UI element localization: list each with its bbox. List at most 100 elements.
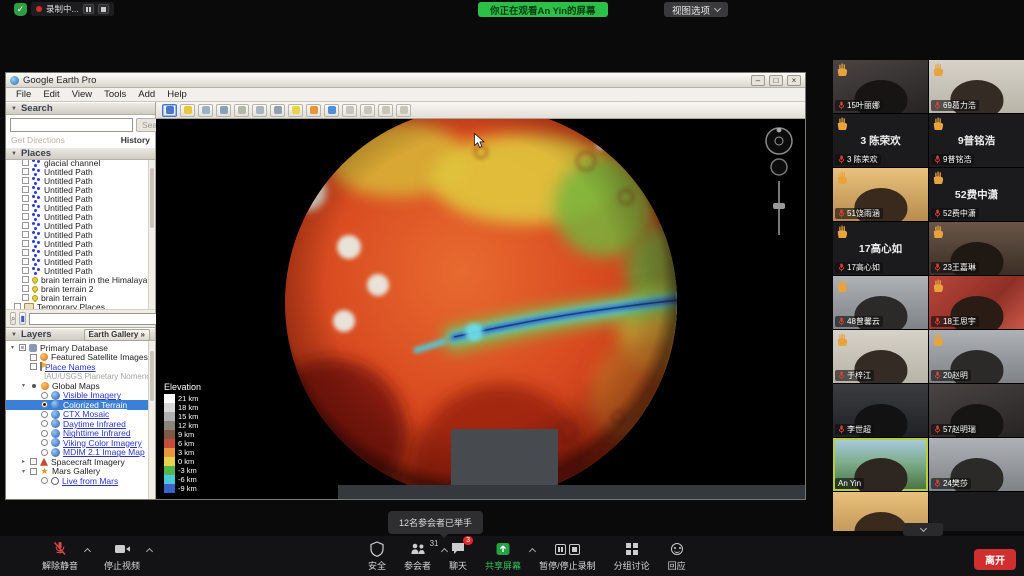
search-places-icon[interactable]: ⌕ bbox=[10, 312, 16, 325]
overview-icon[interactable]: ▮ bbox=[19, 312, 25, 325]
window-titlebar[interactable]: Google Earth Pro – □ × bbox=[6, 73, 805, 88]
stop-video-button[interactable]: 停止视频 bbox=[104, 541, 140, 572]
participant-tile[interactable]: 51饶雨涵 bbox=[833, 168, 928, 221]
layers-tree-item[interactable]: Place Names bbox=[6, 362, 155, 372]
item-control[interactable] bbox=[30, 458, 37, 465]
item-checkbox[interactable] bbox=[22, 177, 29, 184]
item-control[interactable] bbox=[41, 420, 48, 427]
breakout-rooms-button[interactable]: 分组讨论 bbox=[614, 541, 650, 572]
item-checkbox[interactable] bbox=[22, 249, 29, 256]
add-polygon-icon[interactable] bbox=[198, 104, 213, 117]
add-image-overlay-icon[interactable] bbox=[234, 104, 249, 117]
menu-file[interactable]: File bbox=[10, 89, 37, 100]
layers-tree-item[interactable]: Nighttime Infrared bbox=[6, 429, 155, 439]
meeting-secure-shield-icon[interactable]: ✓ bbox=[14, 3, 27, 16]
toggle-sidebar-icon[interactable] bbox=[162, 104, 177, 117]
participant-tile[interactable]: 15叶丽娜 bbox=[833, 60, 928, 113]
participant-tile[interactable]: 20赵明 bbox=[929, 330, 1024, 383]
add-placemark-icon[interactable] bbox=[180, 104, 195, 117]
layers-tree-item[interactable]: IAU/USGS Planetary Nomenclature bbox=[6, 372, 155, 382]
unmute-button[interactable]: 解除静音 bbox=[42, 541, 78, 572]
item-control[interactable] bbox=[41, 449, 48, 456]
menu-edit[interactable]: Edit bbox=[37, 89, 65, 100]
share-screen-button[interactable]: 共享屏幕 bbox=[485, 541, 521, 572]
item-checkbox[interactable] bbox=[22, 168, 29, 175]
participants-button[interactable]: 31 参会者 bbox=[404, 541, 431, 572]
history-link[interactable]: History bbox=[121, 135, 150, 145]
item-control[interactable] bbox=[41, 401, 48, 408]
participant-tile[interactable]: 于梓江 bbox=[833, 330, 928, 383]
layers-tree-item[interactable]: ▸ Spacecraft Imagery bbox=[6, 457, 155, 467]
layers-scrollbar[interactable] bbox=[148, 341, 155, 499]
pause-recording-button[interactable] bbox=[83, 4, 94, 14]
expander-icon[interactable]: ▾ bbox=[9, 344, 16, 351]
save-image-icon[interactable] bbox=[378, 104, 393, 117]
participant-tile[interactable]: 52费中潇 52费中潇 bbox=[929, 168, 1024, 221]
participant-tile[interactable]: An Yin bbox=[833, 438, 928, 491]
item-checkbox[interactable] bbox=[22, 240, 29, 247]
item-checkbox[interactable] bbox=[22, 276, 29, 283]
layers-tree-item[interactable]: ▾ Primary Database bbox=[6, 343, 155, 353]
item-control[interactable] bbox=[30, 468, 37, 475]
layers-tree-item[interactable]: ▾ ★ Mars Gallery bbox=[6, 467, 155, 477]
layers-tree-item[interactable]: ▾ Global Maps bbox=[6, 381, 155, 391]
ruler-icon[interactable] bbox=[324, 104, 339, 117]
places-list[interactable]: glacial channel Untitled Path Untitled P… bbox=[6, 160, 155, 310]
search-panel-header[interactable]: ▼ Search bbox=[6, 102, 155, 115]
minimize-button[interactable]: – bbox=[751, 75, 765, 86]
layers-tree-item[interactable]: Visible Imagery bbox=[6, 391, 155, 401]
get-directions-link[interactable]: Get Directions bbox=[11, 135, 65, 145]
item-control[interactable] bbox=[41, 439, 48, 446]
historical-imagery-icon[interactable] bbox=[270, 104, 285, 117]
expander-icon[interactable]: ▾ bbox=[20, 468, 27, 475]
participant-tile[interactable]: 3 陈荣欢 3 陈荣欢 bbox=[833, 114, 928, 167]
item-checkbox[interactable] bbox=[22, 222, 29, 229]
add-path-icon[interactable] bbox=[216, 104, 231, 117]
item-control[interactable] bbox=[19, 344, 26, 351]
layers-tree-item[interactable]: Colorized Terrain bbox=[6, 400, 155, 410]
layers-panel-header[interactable]: ▼ Layers Earth Gallery » bbox=[6, 328, 155, 341]
item-checkbox[interactable] bbox=[22, 285, 29, 292]
expander-icon[interactable]: ▸ bbox=[20, 458, 27, 465]
maximize-button[interactable]: □ bbox=[769, 75, 783, 86]
participant-tile[interactable]: 24樊莎 bbox=[929, 438, 1024, 491]
menu-view[interactable]: View bbox=[66, 89, 98, 100]
participant-tile[interactable]: 51王冰 bbox=[929, 492, 1024, 531]
pause-record-icon[interactable] bbox=[555, 544, 566, 555]
item-checkbox[interactable] bbox=[22, 213, 29, 220]
layers-tree[interactable]: ▾ Primary Database Featured Satellite Im… bbox=[6, 341, 155, 499]
item-control[interactable] bbox=[41, 411, 48, 418]
item-checkbox[interactable] bbox=[22, 294, 29, 301]
places-panel-header[interactable]: ▼ Places bbox=[6, 147, 155, 160]
participant-tile[interactable]: 69葛力浩 bbox=[929, 60, 1024, 113]
participant-tile[interactable]: 23王嘉琳 bbox=[929, 222, 1024, 275]
view-in-maps-icon[interactable] bbox=[396, 104, 411, 117]
mars-map-viewport[interactable]: Elevation 21 km 18 km 15 km 12 km 9 km bbox=[156, 119, 805, 499]
item-control[interactable] bbox=[41, 430, 48, 437]
places-list-item[interactable]: Temporary Places bbox=[6, 302, 155, 310]
stop-recording-button[interactable] bbox=[98, 4, 109, 14]
item-control[interactable] bbox=[32, 384, 36, 388]
participant-tile[interactable]: 57赵明瑞 bbox=[929, 384, 1024, 437]
item-checkbox[interactable] bbox=[22, 160, 29, 166]
item-control[interactable] bbox=[30, 354, 37, 361]
sunlight-icon[interactable] bbox=[288, 104, 303, 117]
item-checkbox[interactable] bbox=[22, 231, 29, 238]
layers-tree-item[interactable]: Featured Satellite Images bbox=[6, 353, 155, 363]
item-control[interactable] bbox=[41, 392, 48, 399]
participant-tile[interactable]: 17高心如 17高心如 bbox=[833, 222, 928, 275]
stop-record-icon[interactable] bbox=[569, 544, 580, 555]
participant-tile[interactable]: 18王思宇 bbox=[929, 276, 1024, 329]
close-button[interactable]: × bbox=[787, 75, 801, 86]
record-tour-icon[interactable] bbox=[252, 104, 267, 117]
share-options-caret[interactable] bbox=[529, 548, 536, 555]
item-control[interactable] bbox=[41, 477, 48, 484]
earth-gallery-button[interactable]: Earth Gallery » bbox=[84, 329, 151, 341]
layers-tree-item[interactable]: Daytime Infrared bbox=[6, 419, 155, 429]
layers-tree-item[interactable]: Live from Mars bbox=[6, 476, 155, 486]
video-options-caret[interactable] bbox=[146, 548, 153, 555]
print-icon[interactable] bbox=[360, 104, 375, 117]
menu-help[interactable]: Help bbox=[161, 89, 193, 100]
chat-button[interactable]: 3 聊天 bbox=[449, 541, 467, 572]
search-input[interactable] bbox=[10, 118, 133, 132]
